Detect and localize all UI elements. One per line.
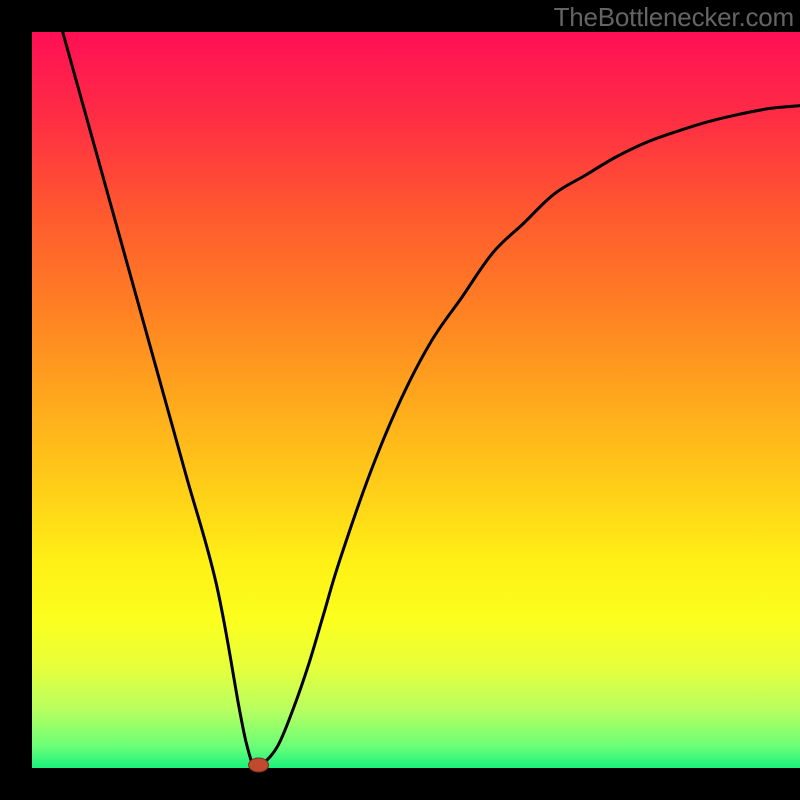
minimum-marker: [249, 758, 269, 772]
chart-frame: TheBottlenecker.com: [0, 0, 800, 800]
chart-canvas: [0, 0, 800, 800]
gradient-background: [32, 32, 800, 768]
watermark-label: TheBottlenecker.com: [554, 2, 794, 33]
